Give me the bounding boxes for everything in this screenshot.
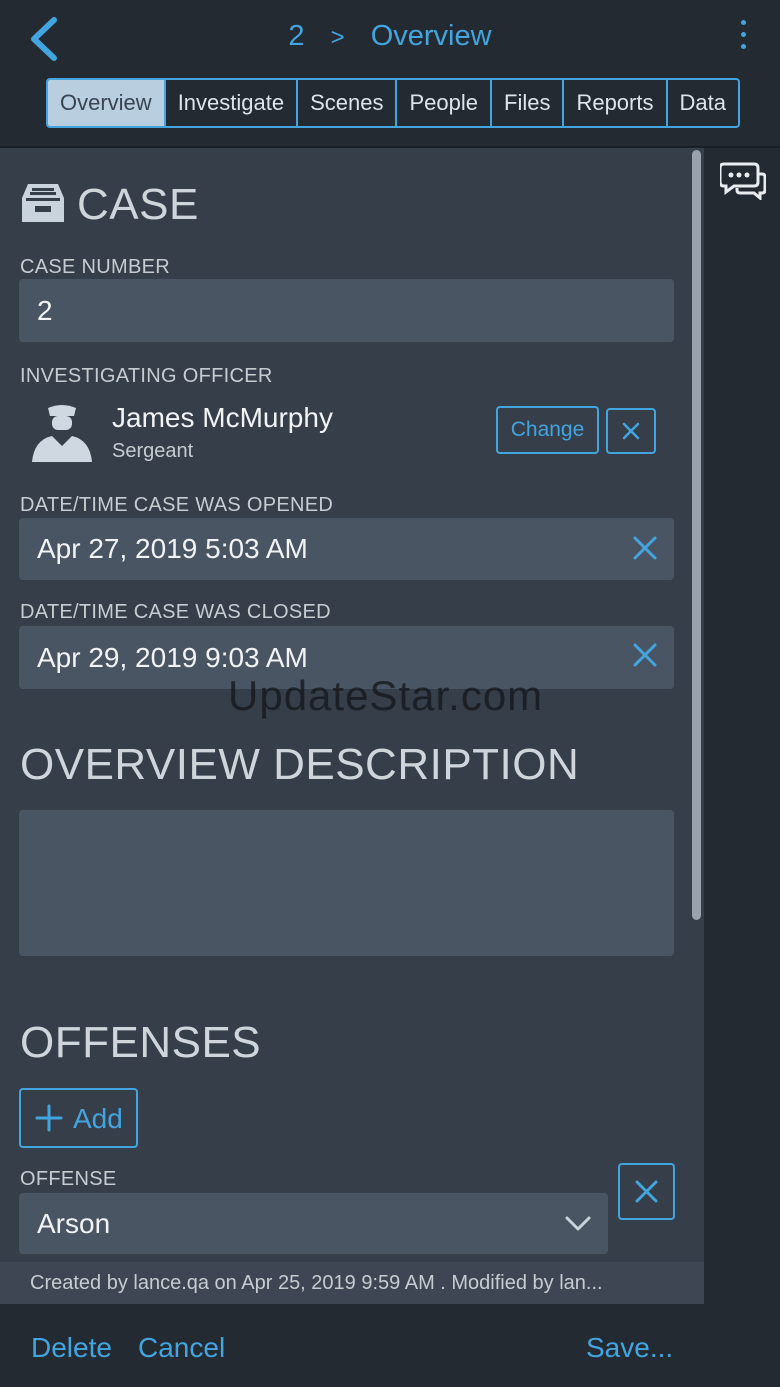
record-meta-bar: Created by lance.qa on Apr 25, 2019 9:59… xyxy=(0,1262,704,1304)
tab-data[interactable]: Data xyxy=(665,80,738,126)
breadcrumb-separator: > xyxy=(330,24,345,51)
chevron-down-icon xyxy=(565,1216,591,1231)
save-button[interactable]: Save... xyxy=(586,1332,673,1364)
officer-name: James McMurphy xyxy=(112,402,333,433)
add-offense-label: Add xyxy=(73,1103,123,1134)
overview-description-title: OVERVIEW DESCRIPTION xyxy=(20,740,580,789)
officer-avatar-icon xyxy=(30,402,94,462)
scrollbar[interactable] xyxy=(692,150,701,920)
case-number-value: 2 xyxy=(37,295,53,326)
cancel-button[interactable]: Cancel xyxy=(138,1332,225,1364)
officer-rank: Sergeant xyxy=(112,440,194,462)
overview-description-field[interactable] xyxy=(19,810,674,956)
investigating-officer-label: INVESTIGATING OFFICER xyxy=(20,365,273,387)
clear-date-opened-icon[interactable] xyxy=(632,535,658,561)
tab-files[interactable]: Files xyxy=(490,80,562,126)
tab-investigate[interactable]: Investigate xyxy=(163,80,296,126)
more-options-icon[interactable] xyxy=(736,20,750,56)
change-officer-button[interactable]: Change xyxy=(496,406,599,454)
clear-date-closed-icon[interactable] xyxy=(632,642,658,668)
remove-officer-button[interactable] xyxy=(606,408,656,454)
breadcrumb-page: Overview xyxy=(370,20,492,52)
tab-bar: Overview Investigate Scenes People Files… xyxy=(46,78,740,128)
close-icon xyxy=(635,1180,658,1203)
case-section-title: CASE xyxy=(77,180,199,229)
date-opened-field[interactable]: Apr 27, 2019 5:03 AM xyxy=(19,518,674,580)
close-icon xyxy=(622,422,640,440)
bottom-action-bar: Delete Cancel Save... xyxy=(0,1304,780,1387)
date-closed-label: DATE/TIME CASE WAS CLOSED xyxy=(20,601,331,623)
case-number-label: CASE NUMBER xyxy=(20,256,170,278)
date-opened-value: Apr 27, 2019 5:03 AM xyxy=(37,533,308,564)
remove-offense-button[interactable] xyxy=(618,1163,675,1220)
delete-button[interactable]: Delete xyxy=(31,1332,112,1364)
tab-people[interactable]: People xyxy=(395,80,490,126)
date-closed-value: Apr 29, 2019 9:03 AM xyxy=(37,642,308,673)
offenses-section-title: OFFENSES xyxy=(20,1018,262,1067)
plus-icon xyxy=(35,1104,63,1132)
tab-overview[interactable]: Overview xyxy=(48,80,164,126)
watermark-text: UpdateStar.com xyxy=(228,672,544,719)
tab-reports[interactable]: Reports xyxy=(562,80,665,126)
comments-icon[interactable] xyxy=(718,160,767,202)
offense-select[interactable]: Arson xyxy=(19,1193,608,1254)
add-offense-button[interactable]: Add xyxy=(19,1088,138,1148)
record-meta-text: Created by lance.qa on Apr 25, 2019 9:59… xyxy=(30,1272,603,1294)
case-box-icon xyxy=(20,182,66,224)
offense-select-value: Arson xyxy=(37,1208,111,1239)
date-opened-label: DATE/TIME CASE WAS OPENED xyxy=(20,494,334,516)
case-number-field[interactable]: 2 xyxy=(19,279,674,342)
offense-label: OFFENSE xyxy=(20,1168,117,1190)
top-app-bar: 2 > Overview Overview Investigate Scenes… xyxy=(0,0,780,148)
tab-scenes[interactable]: Scenes xyxy=(296,80,395,126)
breadcrumb-case-id[interactable]: 2 xyxy=(288,20,304,52)
breadcrumb: 2 > Overview xyxy=(0,20,780,53)
